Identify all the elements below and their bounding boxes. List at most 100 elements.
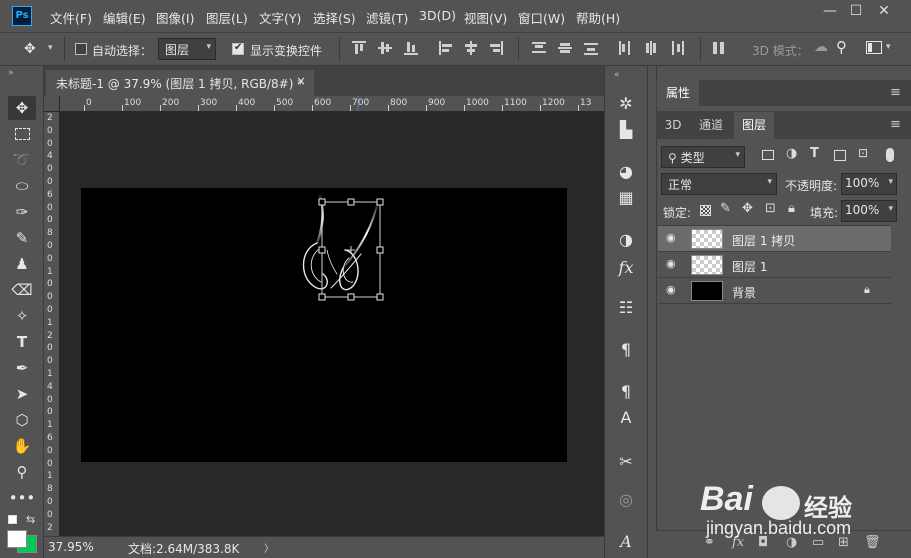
eyedropper-tool-icon[interactable]: ✑ xyxy=(8,200,36,224)
color-palette-icon[interactable]: ◕ xyxy=(614,160,638,184)
distribute-right-icon[interactable] xyxy=(670,41,684,55)
hand-tool-icon[interactable]: ✋ xyxy=(8,434,36,458)
paragraph-icon[interactable]: ¶ xyxy=(614,338,638,362)
fill-field[interactable]: 100% ▾ xyxy=(841,200,897,222)
shape-tool-icon[interactable]: ⬡ xyxy=(8,408,36,432)
visibility-eye-icon[interactable]: ◉ xyxy=(666,258,678,270)
layer-name[interactable]: 背景 xyxy=(732,284,756,301)
blend-mode-dropdown[interactable]: 正常 ▾ xyxy=(661,173,777,195)
panel-menu-icon[interactable]: ≡ xyxy=(890,117,901,132)
chevron-down-icon[interactable]: ▾ xyxy=(48,43,53,53)
marquee-tool-icon[interactable] xyxy=(8,122,36,146)
menu-filter[interactable]: 滤镜(T) xyxy=(366,8,408,27)
default-colors-icon[interactable] xyxy=(8,515,17,524)
status-menu-arrow[interactable]: 〉 xyxy=(264,540,274,555)
lock-position-icon[interactable]: ✥ xyxy=(742,201,753,216)
menu-image[interactable]: 图像(I) xyxy=(156,8,194,27)
menu-file[interactable]: 文件(F) xyxy=(50,8,92,27)
collapse-toolbar-icon[interactable]: » xyxy=(8,68,14,78)
align-hcenter-icon[interactable] xyxy=(464,41,478,55)
styles-fx-icon[interactable]: fx xyxy=(614,256,638,280)
chevron-down-icon[interactable]: ▾ xyxy=(886,42,891,52)
maximize-button[interactable]: ☐ xyxy=(846,3,866,21)
document-tab[interactable]: 未标题-1 @ 37.9% (图层 1 拷贝, RGB/8#) * × xyxy=(46,70,314,96)
search-icon[interactable]: ⚲ xyxy=(836,38,847,56)
more-tools-icon[interactable]: ••• xyxy=(8,486,36,510)
layer-row[interactable]: ◉ 背景 🔒︎ xyxy=(658,278,891,304)
filter-toggle-icon[interactable] xyxy=(886,148,894,162)
tab-properties[interactable]: 属性 xyxy=(657,80,699,106)
histogram-icon[interactable]: ▙ xyxy=(614,118,638,142)
workspace-icon[interactable] xyxy=(866,41,882,54)
delete-layer-icon[interactable]: 🗑︎ xyxy=(864,535,881,550)
eraser-tool-icon[interactable]: ✧ xyxy=(8,304,36,328)
menu-type[interactable]: 文字(Y) xyxy=(259,8,301,27)
type-tool-icon[interactable]: T xyxy=(8,330,36,354)
distribute-left-icon[interactable] xyxy=(618,41,632,55)
layer-row[interactable]: ◉ 图层 1 拷贝 xyxy=(658,226,891,252)
close-tab-icon[interactable]: × xyxy=(296,74,306,88)
panel-menu-icon[interactable]: ≡ xyxy=(890,85,901,100)
distribute-hcenter-icon[interactable] xyxy=(644,41,658,55)
menu-layer[interactable]: 图层(L) xyxy=(206,8,248,27)
layer-row[interactable]: ◉ 图层 1 xyxy=(658,252,891,278)
visibility-eye-icon[interactable]: ◉ xyxy=(666,284,678,296)
show-transform-checkbox[interactable] xyxy=(232,42,244,55)
menu-help[interactable]: 帮助(H) xyxy=(576,8,620,27)
foreground-color-swatch[interactable] xyxy=(7,530,27,548)
zoom-tool-icon[interactable]: ⚲ xyxy=(8,460,36,484)
adjustments-icon[interactable]: ◑ xyxy=(614,228,638,252)
lock-artboard-icon[interactable]: ⊡ xyxy=(765,201,776,216)
lock-all-icon[interactable]: 🔒︎ xyxy=(788,201,795,216)
distribute-bottom-icon[interactable] xyxy=(584,41,598,55)
menu-3d[interactable]: 3D(D) xyxy=(419,8,456,23)
filter-smart-object-icon[interactable]: ⊡ xyxy=(858,146,868,160)
collapse-dock-icon[interactable]: « xyxy=(614,70,620,80)
auto-align-icon[interactable] xyxy=(712,41,726,55)
brush-tool-icon[interactable]: ♟ xyxy=(8,252,36,276)
align-bottom-icon[interactable] xyxy=(404,41,418,55)
filter-type-icon[interactable]: T xyxy=(810,146,819,161)
tab-channels[interactable]: 通道 xyxy=(692,112,730,138)
character-styles-icon[interactable]: A xyxy=(614,406,638,430)
menu-select[interactable]: 选择(S) xyxy=(313,8,356,27)
align-right-icon[interactable] xyxy=(489,41,503,55)
paragraph-styles-icon[interactable]: ¶ xyxy=(614,380,638,404)
move-tool-icon[interactable]: ✥ xyxy=(8,96,36,120)
layer-name[interactable]: 图层 1 拷贝 xyxy=(732,232,795,249)
clone-stamp-tool-icon[interactable]: ⌫ xyxy=(8,278,36,302)
zoom-level[interactable]: 37.95% xyxy=(48,540,94,554)
swatches-grid-icon[interactable]: ▦ xyxy=(614,186,638,210)
filter-pixel-icon[interactable] xyxy=(762,150,774,160)
lasso-tool-icon[interactable]: ➰ xyxy=(8,148,36,172)
menu-edit[interactable]: 编辑(E) xyxy=(103,8,146,27)
3d-orbit-icon[interactable]: ☁ xyxy=(814,39,828,55)
quick-selection-tool-icon[interactable]: ⬭ xyxy=(8,174,36,198)
glyphs-icon[interactable]: A xyxy=(614,530,638,554)
tool-presets-icon[interactable]: ✂ xyxy=(614,450,638,474)
auto-select-target-dropdown[interactable]: 图层 ▾ xyxy=(158,38,216,60)
3d-icon[interactable]: ◎ xyxy=(614,488,638,512)
filter-adjustment-icon[interactable]: ◑ xyxy=(786,146,797,161)
pen-tool-icon[interactable]: ✒ xyxy=(8,356,36,380)
align-vcenter-icon[interactable] xyxy=(378,41,392,55)
navigator-icon[interactable]: ✲ xyxy=(614,92,638,116)
filter-shape-icon[interactable] xyxy=(834,150,846,161)
swap-colors-icon[interactable]: ⇆ xyxy=(26,513,35,526)
libraries-icon[interactable]: ☷ xyxy=(614,296,638,320)
menu-view[interactable]: 视图(V) xyxy=(464,8,507,27)
lock-pixels-icon[interactable]: ✎ xyxy=(720,201,731,216)
ruler-corner[interactable] xyxy=(44,96,60,112)
tab-3d[interactable]: 3D xyxy=(658,112,688,138)
layer-filter-dropdown[interactable]: ⚲ 类型 ▾ xyxy=(661,146,745,168)
tab-layers[interactable]: 图层 xyxy=(734,112,774,139)
move-tool-icon[interactable]: ✥ xyxy=(24,41,36,57)
menu-window[interactable]: 窗口(W) xyxy=(518,8,565,27)
align-top-icon[interactable] xyxy=(352,41,366,55)
opacity-field[interactable]: 100% ▾ xyxy=(841,173,897,195)
distribute-vcenter-icon[interactable] xyxy=(558,41,572,55)
auto-select-checkbox[interactable] xyxy=(75,43,87,55)
visibility-eye-icon[interactable]: ◉ xyxy=(666,232,678,244)
distribute-top-icon[interactable] xyxy=(532,41,546,55)
lock-transparent-icon[interactable] xyxy=(700,205,711,216)
